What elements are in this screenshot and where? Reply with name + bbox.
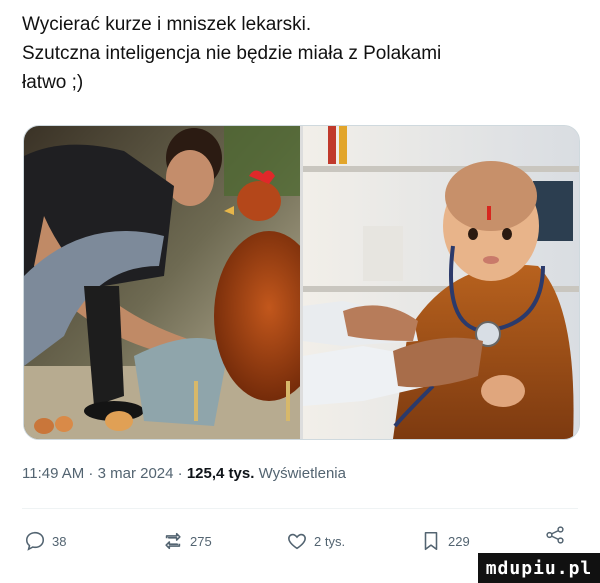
reply-icon <box>25 531 45 551</box>
like-button[interactable]: 2 tys. <box>286 530 345 552</box>
post-image[interactable] <box>23 125 580 440</box>
post-date[interactable]: 3 mar 2024 <box>98 465 174 482</box>
post-line-2: Szutczna inteligencja nie będzie miała z… <box>22 43 442 64</box>
post-line-3: łatwo ;) <box>22 72 84 93</box>
reply-count: 38 <box>52 533 67 549</box>
post-time[interactable]: 11:49 AM <box>22 465 84 482</box>
meta-separator: · <box>84 465 98 482</box>
post-text: Wycierać kurze i mniszek lekarski. Szutc… <box>22 10 582 97</box>
bookmark-icon <box>424 531 438 551</box>
meta-separator: · <box>173 465 187 482</box>
bookmark-button[interactable]: 229 <box>420 530 470 552</box>
repost-icon <box>165 532 181 550</box>
like-count: 2 tys. <box>314 533 346 549</box>
post-line-1: Wycierać kurze i mniszek lekarski. <box>22 14 312 35</box>
share-button[interactable] <box>544 524 566 546</box>
share-icon <box>546 526 564 544</box>
watermark-logo: mdupiu.pl <box>478 553 600 583</box>
repost-button[interactable]: 275 <box>162 530 212 552</box>
bookmark-count: 229 <box>448 533 470 549</box>
divider <box>22 508 578 509</box>
image-man-wiping-chicken <box>24 126 300 439</box>
repost-count: 275 <box>190 533 212 549</box>
views-label: Wyświetlenia <box>254 465 346 482</box>
like-icon <box>288 533 306 550</box>
post-meta: 11:49 AM · 3 mar 2024 · 125,4 tys. Wyświ… <box>22 465 346 482</box>
views-count: 125,4 tys. <box>186 465 255 482</box>
reply-button[interactable]: 38 <box>24 530 66 552</box>
image-doctor-baby-monk <box>303 126 579 439</box>
